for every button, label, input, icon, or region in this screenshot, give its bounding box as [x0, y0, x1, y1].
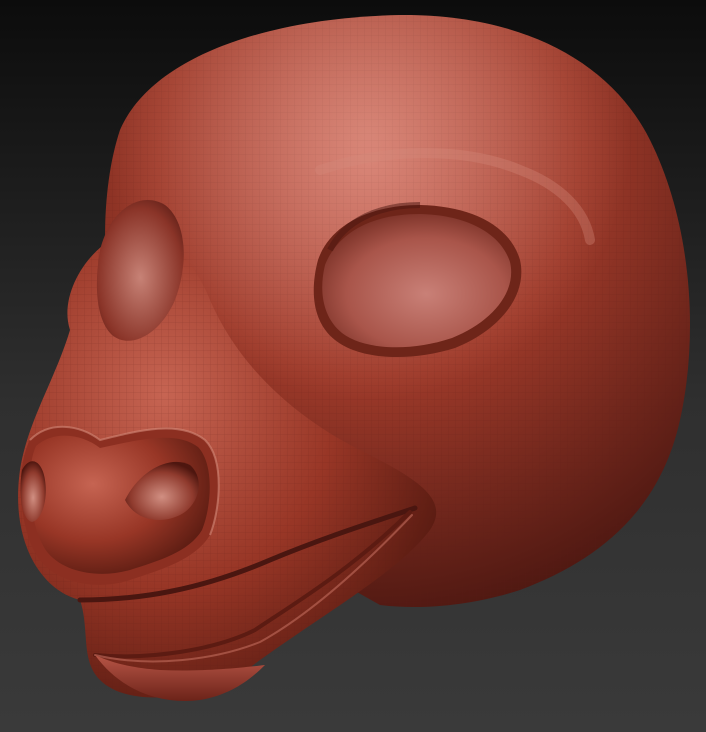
sculpt-render	[18, 14, 690, 701]
viewport[interactable]	[0, 0, 706, 732]
